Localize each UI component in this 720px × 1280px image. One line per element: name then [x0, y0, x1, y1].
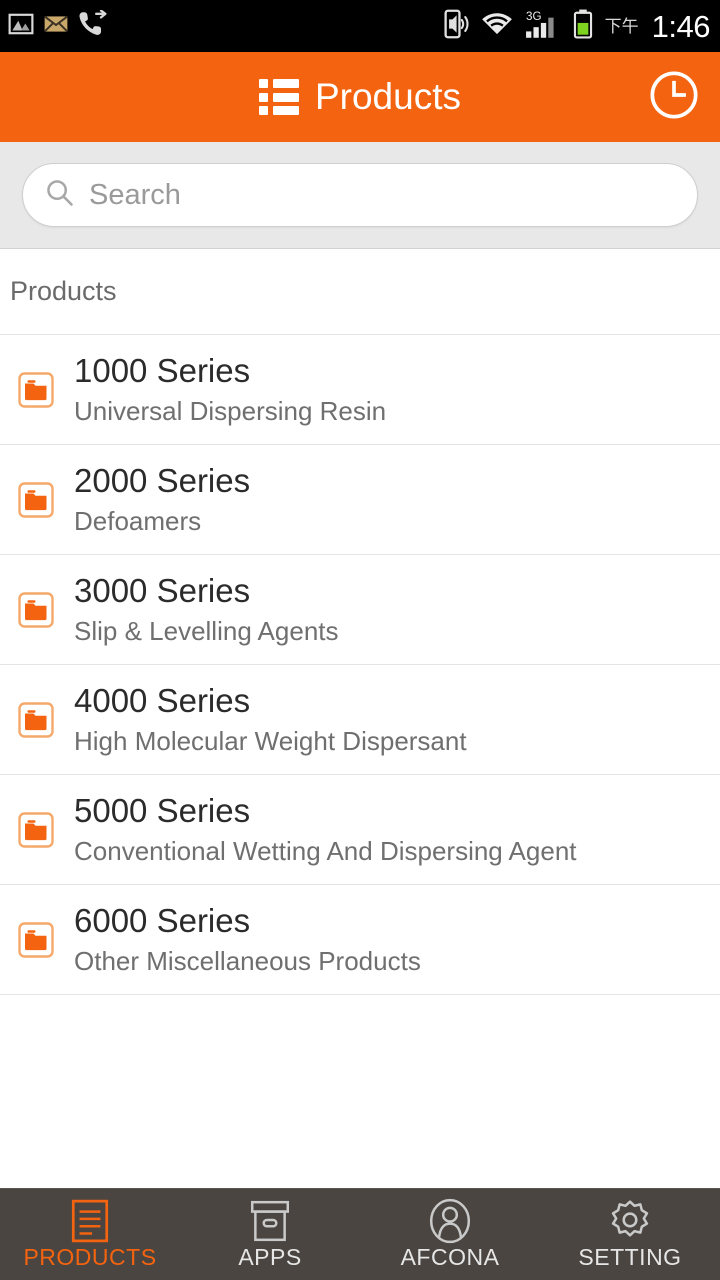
list-item-title: 3000 Series — [74, 571, 251, 609]
nav-label-apps: APPS — [238, 1244, 302, 1270]
list-item-title: 4000 Series — [74, 681, 251, 719]
box-icon — [247, 1198, 293, 1242]
list-item-text: 6000 Series Other Miscellaneous Products — [74, 902, 421, 977]
list-item-text: 5000 Series Conventional Wetting And Dis… — [74, 792, 577, 867]
nav-item-setting[interactable]: SETTING — [540, 1189, 720, 1280]
list-item-text: 1000 Series Universal Dispersing Resin — [74, 352, 386, 427]
list-item[interactable]: 2000 Series Defoamers — [0, 445, 720, 555]
nav-label-afcona: AFCONA — [400, 1244, 500, 1270]
folder-icon — [18, 481, 54, 518]
list-icon[interactable] — [258, 79, 299, 115]
search-area: Search — [0, 142, 720, 249]
status-bar: 3G 下午 1:46 — [0, 0, 720, 52]
section-header-label: Products — [10, 276, 117, 306]
nav-label-setting: SETTING — [578, 1244, 682, 1270]
nav-item-products[interactable]: PRODUCTS — [0, 1189, 180, 1280]
list-item[interactable]: 5000 Series Conventional Wetting And Dis… — [0, 775, 720, 885]
image-icon — [8, 11, 34, 42]
svg-text:3G: 3G — [526, 9, 542, 22]
search-input[interactable]: Search — [22, 163, 698, 227]
list-item[interactable]: 3000 Series Slip & Levelling Agents — [0, 555, 720, 665]
page-title: Products — [314, 76, 461, 117]
wifi-icon — [480, 11, 514, 42]
list-item[interactable]: 6000 Series Other Miscellaneous Products — [0, 885, 720, 995]
status-ampm-label: 下午 — [604, 16, 639, 36]
list-item-title: 6000 Series — [74, 901, 251, 939]
folder-icon — [18, 371, 54, 408]
signal-3g-icon: 3G — [525, 9, 561, 44]
status-bar-notifications — [8, 8, 108, 43]
search-placeholder-label: Search — [89, 178, 181, 211]
list-item-title: 1000 Series — [74, 351, 251, 389]
header-title-group: Products — [0, 76, 720, 118]
clock-icon[interactable] — [648, 69, 700, 126]
folder-icon — [18, 921, 54, 958]
search-icon — [45, 178, 75, 213]
list-item[interactable]: 4000 Series High Molecular Weight Disper… — [0, 665, 720, 775]
app-header: Products — [0, 52, 720, 142]
list-item-title: 5000 Series — [74, 791, 251, 829]
folder-icon — [18, 591, 54, 628]
status-bar-system-icons: 3G 下午 1:46 — [443, 8, 711, 44]
section-header: Products — [0, 249, 720, 334]
nav-item-afcona[interactable]: AFCONA — [360, 1189, 540, 1280]
list-item[interactable]: 1000 Series Universal Dispersing Resin — [0, 335, 720, 445]
header-action-group[interactable] — [648, 69, 700, 126]
document-icon — [67, 1198, 113, 1243]
bottom-navigation-bar: PRODUCTS APPS AFCONA SETTING — [0, 1188, 720, 1280]
email-icon — [43, 11, 69, 42]
gear-icon — [607, 1198, 653, 1242]
product-list: 1000 Series Universal Dispersing Resin 2… — [0, 334, 720, 995]
list-item-subtitle: Other Miscellaneous Products — [74, 945, 421, 976]
list-item-subtitle: Conventional Wetting And Dispersing Agen… — [74, 835, 577, 866]
person-icon — [427, 1198, 473, 1244]
nav-label-products: PRODUCTS — [23, 1244, 157, 1270]
battery-icon — [572, 9, 594, 44]
list-item-text: 2000 Series Defoamers — [74, 462, 250, 537]
list-item-subtitle: High Molecular Weight Dispersant — [74, 725, 467, 756]
list-item-text: 3000 Series Slip & Levelling Agents — [74, 572, 339, 647]
list-item-subtitle: Slip & Levelling Agents — [74, 615, 339, 646]
folder-icon — [18, 701, 54, 738]
status-clock-label: 1:46 — [651, 8, 711, 44]
list-item-title: 2000 Series — [74, 461, 251, 499]
nav-item-apps[interactable]: APPS — [180, 1189, 360, 1280]
vibrate-icon — [443, 9, 469, 44]
list-item-subtitle: Universal Dispersing Resin — [74, 395, 387, 426]
folder-icon — [18, 811, 54, 848]
call-forward-icon — [78, 8, 108, 43]
list-item-subtitle: Defoamers — [74, 505, 202, 536]
list-item-text: 4000 Series High Molecular Weight Disper… — [74, 682, 467, 757]
